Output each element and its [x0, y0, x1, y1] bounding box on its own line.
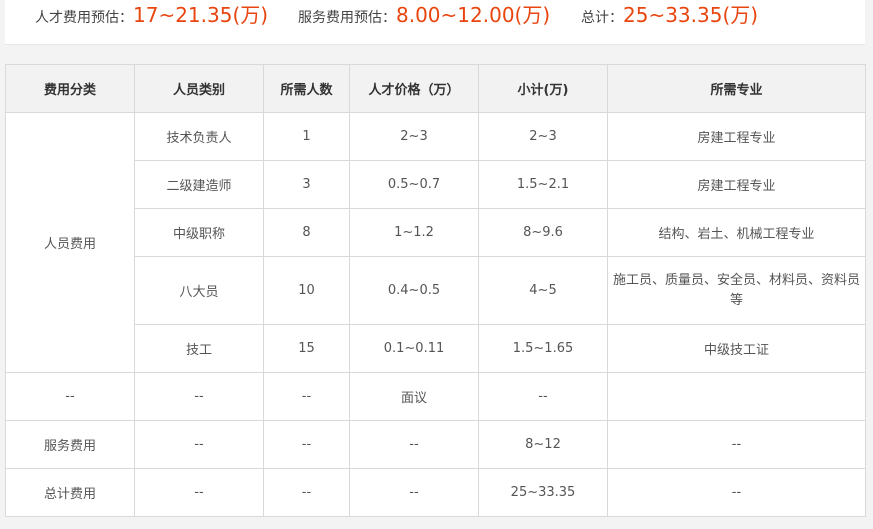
- total-cost-estimate: 总计：25~33.35(万): [581, 0, 758, 30]
- header-staff-category: 人员类别: [134, 64, 264, 113]
- table-row: -- -- -- 面议 --: [5, 372, 866, 421]
- cell-major: 结构、岩土、机械工程专业: [607, 208, 866, 257]
- table-row: 总计费用 -- -- -- 25~33.35 --: [5, 468, 866, 517]
- cell-price: 0.5~0.7: [349, 160, 479, 209]
- cell-category: --: [134, 420, 264, 469]
- cell-count: --: [263, 420, 350, 469]
- table-row: 服务费用 -- -- -- 8~12 --: [5, 420, 866, 469]
- service-cost-estimate: 服务费用预估：8.00~12.00(万): [298, 0, 550, 30]
- cell-subtotal: 1.5~2.1: [478, 160, 608, 209]
- cell-cost-type: 总计费用: [5, 468, 135, 517]
- cell-subtotal: 4~5: [478, 256, 608, 325]
- table-row: 人员费用 技术负责人 1 2~3 2~3 房建工程专业: [5, 112, 866, 373]
- cell-cost-type: --: [5, 372, 135, 421]
- cell-price: 2~3: [349, 112, 479, 161]
- talent-cost-value: 17~21.35(万): [133, 3, 269, 27]
- total-cost-label: 总计：: [581, 10, 623, 26]
- table-row: 二级建造师 3 0.5~0.7 1.5~2.1 房建工程专业: [6, 160, 866, 209]
- cost-summary-bar: 人才费用预估：17~21.35(万) 服务费用预估：8.00~12.00(万) …: [5, 0, 865, 45]
- cell-price: 面议: [349, 372, 479, 421]
- talent-cost-label: 人才费用预估：: [35, 10, 133, 26]
- total-cost-value: 25~33.35(万): [623, 3, 759, 27]
- cost-breakdown-table: 费用分类 人员类别 所需人数 人才价格（万） 小计(万) 所需专业 人员费用 技…: [5, 64, 866, 517]
- cell-major: [607, 372, 866, 421]
- header-headcount: 所需人数: [263, 64, 350, 113]
- cell-cost-type: 服务费用: [5, 420, 135, 469]
- table-header-row: 费用分类 人员类别 所需人数 人才价格（万） 小计(万) 所需专业: [5, 64, 866, 113]
- header-cost-type: 费用分类: [5, 64, 135, 113]
- cell-category: 技工: [134, 324, 264, 373]
- header-required-major: 所需专业: [607, 64, 866, 113]
- table-row: 八大员 10 0.4~0.5 4~5 施工员、质量员、安全员、材料员、资料员等: [6, 256, 866, 325]
- cell-subtotal: 8~9.6: [478, 208, 608, 257]
- cell-subtotal: --: [478, 372, 608, 421]
- cell-category: --: [134, 468, 264, 517]
- cell-category: 技术负责人: [134, 112, 264, 161]
- cell-count: --: [263, 372, 350, 421]
- cell-price: 0.4~0.5: [349, 256, 479, 325]
- cell-major: 中级技工证: [607, 324, 866, 373]
- talent-cost-estimate: 人才费用预估：17~21.35(万): [35, 0, 268, 30]
- cell-subtotal: 8~12: [478, 420, 608, 469]
- cell-category: --: [134, 372, 264, 421]
- cell-count: 15: [263, 324, 350, 373]
- service-cost-label: 服务费用预估：: [298, 10, 396, 26]
- cell-price: --: [349, 420, 479, 469]
- cell-major: --: [607, 420, 866, 469]
- cell-major: 房建工程专业: [607, 160, 866, 209]
- cell-price: 1~1.2: [349, 208, 479, 257]
- cell-count: 10: [263, 256, 350, 325]
- cell-count: 8: [263, 208, 350, 257]
- cell-subtotal: 1.5~1.65: [478, 324, 608, 373]
- group-label-personnel: 人员费用: [5, 112, 135, 373]
- service-cost-value: 8.00~12.00(万): [396, 3, 551, 27]
- cell-price: 0.1~0.11: [349, 324, 479, 373]
- header-subtotal: 小计(万): [478, 64, 608, 113]
- header-talent-price: 人才价格（万）: [349, 64, 479, 113]
- table-row: 技工 15 0.1~0.11 1.5~1.65 中级技工证: [6, 324, 866, 373]
- cell-category: 二级建造师: [134, 160, 264, 209]
- cell-major: 房建工程专业: [607, 112, 866, 161]
- cell-count: 3: [263, 160, 350, 209]
- cell-subtotal: 25~33.35: [478, 468, 608, 517]
- cell-subtotal: 2~3: [478, 112, 608, 161]
- cell-major: 施工员、质量员、安全员、材料员、资料员等: [607, 256, 866, 325]
- cell-price: --: [349, 468, 479, 517]
- cell-major: --: [607, 468, 866, 517]
- cell-category: 八大员: [134, 256, 264, 325]
- cell-category: 中级职称: [134, 208, 264, 257]
- table-row: 中级职称 8 1~1.2 8~9.6 结构、岩土、机械工程专业: [6, 208, 866, 257]
- cell-count: 1: [263, 112, 350, 161]
- cell-count: --: [263, 468, 350, 517]
